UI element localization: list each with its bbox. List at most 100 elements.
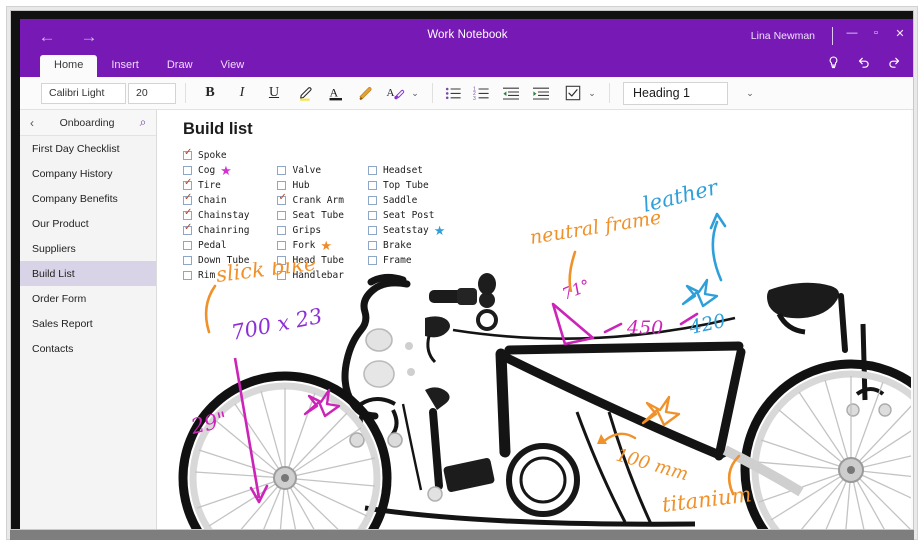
bicycle-parts-photo[interactable]: slick bike 700 x 23 29" 100 mm 71° 450 4… (157, 182, 913, 529)
redo-icon[interactable] (888, 56, 901, 72)
tab-draw[interactable]: Draw (153, 55, 207, 77)
checklist-label: Valve (292, 165, 322, 176)
sidebar-item-label: Suppliers (32, 242, 76, 255)
front-wheel-photo (178, 371, 392, 529)
todo-checkbox-icon[interactable] (562, 82, 584, 104)
sidebar-item-label: Order Form (32, 292, 87, 305)
font-name-input[interactable]: Calibri Light (41, 82, 126, 104)
checklist-item: Cog ★ (183, 163, 249, 178)
sidebar-item-build-list[interactable]: Build List (20, 261, 156, 286)
ribbon-divider-3 (609, 83, 610, 103)
italic-button[interactable]: I (231, 82, 253, 104)
window-left-strip (11, 11, 20, 529)
checklist-item: Headset (367, 163, 445, 178)
tell-me-lightbulb-icon[interactable] (828, 56, 839, 72)
format-painter-icon[interactable] (355, 82, 377, 104)
sidebar-title: Onboarding (59, 116, 115, 129)
sidebar-item-label: Our Product (32, 217, 89, 230)
sidebar-item-label: Sales Report (32, 317, 93, 330)
upper-ink-layer: neutral frame leather (528, 182, 727, 292)
bold-button[interactable]: B (199, 82, 221, 104)
tags-chevron-down-icon[interactable]: ⌄ (584, 88, 600, 99)
quick-action-icons (828, 56, 901, 72)
ink-annotation-titanium: titanium (661, 482, 753, 517)
font-size-input[interactable]: 20 (128, 82, 176, 104)
ink-neutral-leader (568, 250, 577, 292)
screenshot-root: ← → Work Notebook Lina Newman — ▫ ✕ Home… (0, 0, 924, 558)
sidebar-item-order-form[interactable]: Order Form (20, 286, 156, 311)
undo-icon[interactable] (857, 56, 870, 72)
checkbox[interactable] (183, 148, 192, 160)
sidebar-item-label: Company History (32, 167, 113, 180)
sidebar-item-sales-report[interactable]: Sales Report (20, 311, 156, 336)
titlebar-divider (832, 27, 833, 45)
ink-annotation-700x23: 700 x 23 (229, 304, 324, 345)
account-name[interactable]: Lina Newman (751, 30, 815, 42)
sidebar-item-label: First Day Checklist (32, 142, 120, 155)
ink-annotation-420: 420 (686, 310, 727, 339)
close-button[interactable]: ✕ (893, 27, 907, 40)
page-canvas[interactable]: Build list Spoke Cog★ Tire Chain Chainst… (157, 110, 913, 529)
window-controls: — ▫ ✕ (845, 27, 907, 40)
sidebar-item-suppliers[interactable]: Suppliers (20, 236, 156, 261)
minimize-button[interactable]: — (845, 27, 859, 40)
ink-bracket-slick-bike (204, 284, 217, 334)
svg-text:A: A (387, 87, 395, 99)
section-sidebar: ‹ Onboarding ⌕ First Day Checklist Compa… (20, 110, 157, 529)
ink-annotation-100mm: 100 mm (614, 445, 691, 486)
checkbox[interactable] (183, 166, 192, 175)
page-title[interactable]: Build list (183, 120, 253, 139)
ink-annotation-29-inch: 29" (188, 407, 230, 439)
sidebar-header: ‹ Onboarding ⌕ (20, 110, 156, 136)
sidebar-back-chevron-left-icon[interactable]: ‹ (20, 116, 44, 130)
style-chevron-down-icon[interactable]: ⌄ (742, 88, 758, 99)
ribbon-tabs: Home Insert Draw View (40, 55, 258, 77)
sidebar-item-first-day-checklist[interactable]: First Day Checklist (20, 136, 156, 161)
svg-text:3: 3 (473, 95, 476, 100)
checkbox[interactable] (367, 166, 377, 175)
increase-indent-icon[interactable] (530, 82, 552, 104)
sidebar-item-contacts[interactable]: Contacts (20, 336, 156, 361)
underline-button[interactable]: U (263, 82, 285, 104)
tab-insert[interactable]: Insert (97, 55, 153, 77)
title-bar: ← → Work Notebook Lina Newman — ▫ ✕ (20, 19, 913, 55)
ink-annotation-neutral-frame: neutral frame (528, 206, 662, 248)
star-tag-icon: ★ (220, 162, 232, 178)
sidebar-item-label: Company Benefits (32, 192, 118, 205)
numbered-list-icon[interactable]: 1 2 3 (470, 82, 492, 104)
tab-view[interactable]: View (207, 55, 259, 77)
tab-home[interactable]: Home (40, 55, 98, 77)
ribbon-tab-strip: Home Insert Draw View (20, 55, 913, 77)
search-icon[interactable]: ⌕ (130, 115, 156, 130)
bicycle-photo-and-ink-layer: slick bike 700 x 23 29" 100 mm 71° 450 4… (178, 262, 913, 529)
checklist-label: Cog (198, 165, 216, 176)
ink-leather-arrowhead (709, 212, 727, 230)
sidebar-item-company-benefits[interactable]: Company Benefits (20, 186, 156, 211)
ribbon-toolbar: Calibri Light 20 B I U A A ⌄ 1 2 3 ⌄ Hea… (20, 77, 913, 110)
font-color-icon[interactable]: A (325, 82, 347, 104)
svg-text:A: A (330, 86, 339, 100)
ink-leather-arrow (711, 220, 723, 282)
bulleted-list-icon[interactable] (442, 82, 464, 104)
checkbox[interactable] (277, 166, 287, 175)
maximize-button[interactable]: ▫ (869, 27, 883, 40)
ribbon-divider (185, 83, 186, 103)
sidebar-item-label: Build List (32, 267, 75, 280)
ribbon-divider-2 (432, 83, 433, 103)
sidebar-item-label: Contacts (32, 342, 74, 355)
checklist-item: Spoke (183, 148, 249, 163)
decrease-indent-icon[interactable] (500, 82, 522, 104)
ink-annotation-450: 450 (626, 317, 663, 339)
paragraph-style-select[interactable]: Heading 1 (623, 81, 728, 105)
highlighter-icon[interactable] (295, 82, 317, 104)
checklist-label: Spoke (198, 150, 227, 161)
onenote-window: ← → Work Notebook Lina Newman — ▫ ✕ Home… (10, 10, 914, 530)
vertical-scrollbar[interactable] (911, 110, 913, 529)
ink-annotation-leather: leather (640, 182, 722, 217)
sidebar-item-our-product[interactable]: Our Product (20, 211, 156, 236)
sidebar-item-company-history[interactable]: Company History (20, 161, 156, 186)
font-options-chevron-down-icon[interactable]: ⌄ (407, 88, 423, 99)
checklist-item: Valve (277, 163, 343, 178)
rear-wheel-photo (740, 359, 913, 529)
clear-formatting-icon[interactable]: A (385, 82, 407, 104)
